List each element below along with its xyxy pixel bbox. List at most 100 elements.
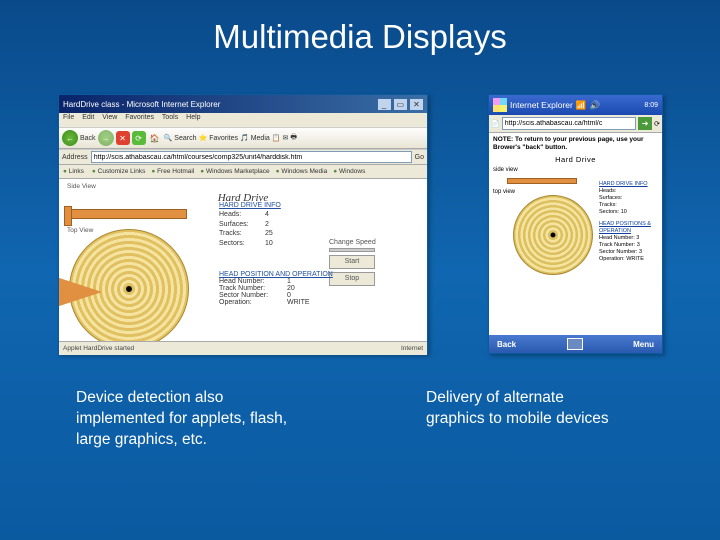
home-button[interactable]: 🏠 [148,131,162,145]
mobile-side-view-label: side view [493,167,658,173]
mobile-track-num: Track Number: 3 [599,242,662,249]
mobile-head-num: Head Number: 3 [599,235,662,242]
drive-info-block: HARD DRIVE INFO Heads:4 Surfaces:2 Track… [219,201,281,248]
info-title: HARD DRIVE INFO [219,201,281,210]
stop-button[interactable]: Stop [329,272,375,286]
slide-title: Multimedia Displays [0,18,720,56]
stop-button[interactable]: ✕ [116,131,130,145]
mobile-hp-title: HEAD POSITIONS & OPERATION [599,221,662,235]
signal-icon: 📶 [576,100,587,111]
links-label: Links [63,168,84,175]
caption-right: Delivery of alternate graphics to mobile… [426,388,626,451]
left-column: HardDrive class - Microsoft Internet Exp… [58,94,428,354]
search-label: Search [174,135,196,142]
mobile-back-button[interactable]: Back [497,340,516,349]
link-item[interactable]: Windows Media [276,168,328,175]
mobile-menu-button[interactable]: Menu [633,340,654,349]
mobile-operation: Operation: WRITE [599,256,662,263]
mobile-footer: Back Menu [489,335,662,353]
refresh-button[interactable]: ⟳ [132,131,146,145]
track-num-label: Track Number: [219,285,283,292]
mobile-go-button[interactable]: ➜ [638,117,652,130]
address-label: Address [62,154,88,161]
mobile-browser-window: Internet Explorer 📶 🔊 8:09 📄 ➜ ⟳ NOTE: T… [488,94,663,354]
windows-flag-icon[interactable] [493,98,507,112]
volume-icon: 🔊 [589,100,600,111]
ie-window-title: HardDrive class - Microsoft Internet Exp… [63,100,220,109]
ie-links-bar: Links Customize Links Free Hotmail Windo… [59,165,427,179]
minimize-button[interactable]: _ [378,99,391,110]
maximize-button[interactable]: ▭ [394,99,407,110]
heads-label: Heads: [219,210,261,219]
speed-control: Change Speed Start Stop [329,239,376,286]
caption-left: Device detection also implemented for ap… [76,388,306,451]
mobile-tracks: Tracks: [599,202,662,209]
ie-content-area: Side View Hard Drive HARD DRIVE INFO Hea… [59,179,427,341]
ie-toolbar: ← Back → ✕ ⟳ 🏠 🔍 Search ⭐ Favorites 🎵 Me… [59,127,427,149]
mobile-refresh-button[interactable]: ⟳ [654,120,660,128]
mobile-address-bar: 📄 ➜ ⟳ [489,115,662,133]
clock: 8:09 [644,102,658,109]
start-button[interactable]: Start [329,255,375,269]
mobile-disk-graphic [513,195,593,275]
link-item[interactable]: Free Hotmail [151,168,194,175]
mobile-surfaces: Surfaces: [599,195,662,202]
menu-edit[interactable]: Edit [82,114,94,121]
track-num-value: 20 [287,285,295,292]
forward-button[interactable]: → [98,130,114,146]
menu-favorites[interactable]: Favorites [125,114,154,121]
media-label: Media [251,135,270,142]
heads-value: 4 [265,210,269,219]
search-icon[interactable]: 🔍 [164,134,173,142]
right-column: Internet Explorer 📶 🔊 8:09 📄 ➜ ⟳ NOTE: T… [488,94,663,354]
mobile-sectors: Sectors: 10 [599,209,662,216]
read-head-graphic [59,274,102,310]
address-input[interactable] [91,151,412,163]
operation-value: WRITE [287,299,310,306]
mobile-arm-graphic [507,178,577,184]
caption-row: Device detection also implemented for ap… [76,388,660,451]
status-left: Applet HardDrive started [63,345,134,352]
mobile-content-area: NOTE: To return to your previous page, u… [489,133,662,337]
status-right: Internet [401,345,423,352]
mail-icon[interactable]: ✉ [283,134,289,142]
back-label: Back [80,135,96,142]
keyboard-icon[interactable] [567,338,583,350]
ie-status-bar: Applet HardDrive started Internet [59,341,427,355]
sector-num-value: 0 [287,292,291,299]
print-icon[interactable]: 🖶 [290,133,297,144]
close-button[interactable]: ✕ [410,99,423,110]
ie-titlebar: HardDrive class - Microsoft Internet Exp… [59,95,427,113]
top-view-label: Top View [67,227,93,234]
speed-slider[interactable] [329,248,375,252]
mobile-titlebar: Internet Explorer 📶 🔊 8:09 [489,95,662,115]
surfaces-value: 2 [265,220,269,229]
back-button[interactable]: ← [62,130,78,146]
head-num-value: 1 [287,278,291,285]
mobile-address-input[interactable] [502,117,636,130]
menu-view[interactable]: View [102,114,117,121]
change-speed-label: Change Speed [329,239,376,246]
mobile-info-title: HARD DRIVE INFO [599,181,662,188]
media-icon[interactable]: 🎵 [240,134,249,142]
head-position-block: HEAD POSITION AND OPERATION Head Number:… [219,271,333,306]
link-item[interactable]: Windows [333,168,365,175]
drive-arm-graphic [67,209,187,219]
ie-browser-window: HardDrive class - Microsoft Internet Exp… [58,94,428,354]
favorites-icon[interactable]: ⭐ [198,134,207,142]
menu-tools[interactable]: Tools [162,114,178,121]
tracks-label: Tracks: [219,229,261,238]
mobile-info-block: HARD DRIVE INFO Heads: Surfaces: Tracks:… [599,181,662,263]
menu-file[interactable]: File [63,114,74,121]
menu-help[interactable]: Help [186,114,200,121]
window-controls: _ ▭ ✕ [377,99,423,110]
hp-title: HEAD POSITION AND OPERATION [219,271,333,278]
link-item[interactable]: Windows Marketplace [200,168,269,175]
mobile-sector-num: Sector Number: 3 [599,249,662,256]
ie-address-bar: Address Go [59,149,427,165]
sectors-value: 10 [265,239,273,248]
link-item[interactable]: Customize Links [92,168,145,175]
go-button[interactable]: Go [415,154,424,161]
tracks-value: 25 [265,229,273,238]
history-icon[interactable]: 📋 [272,134,281,142]
